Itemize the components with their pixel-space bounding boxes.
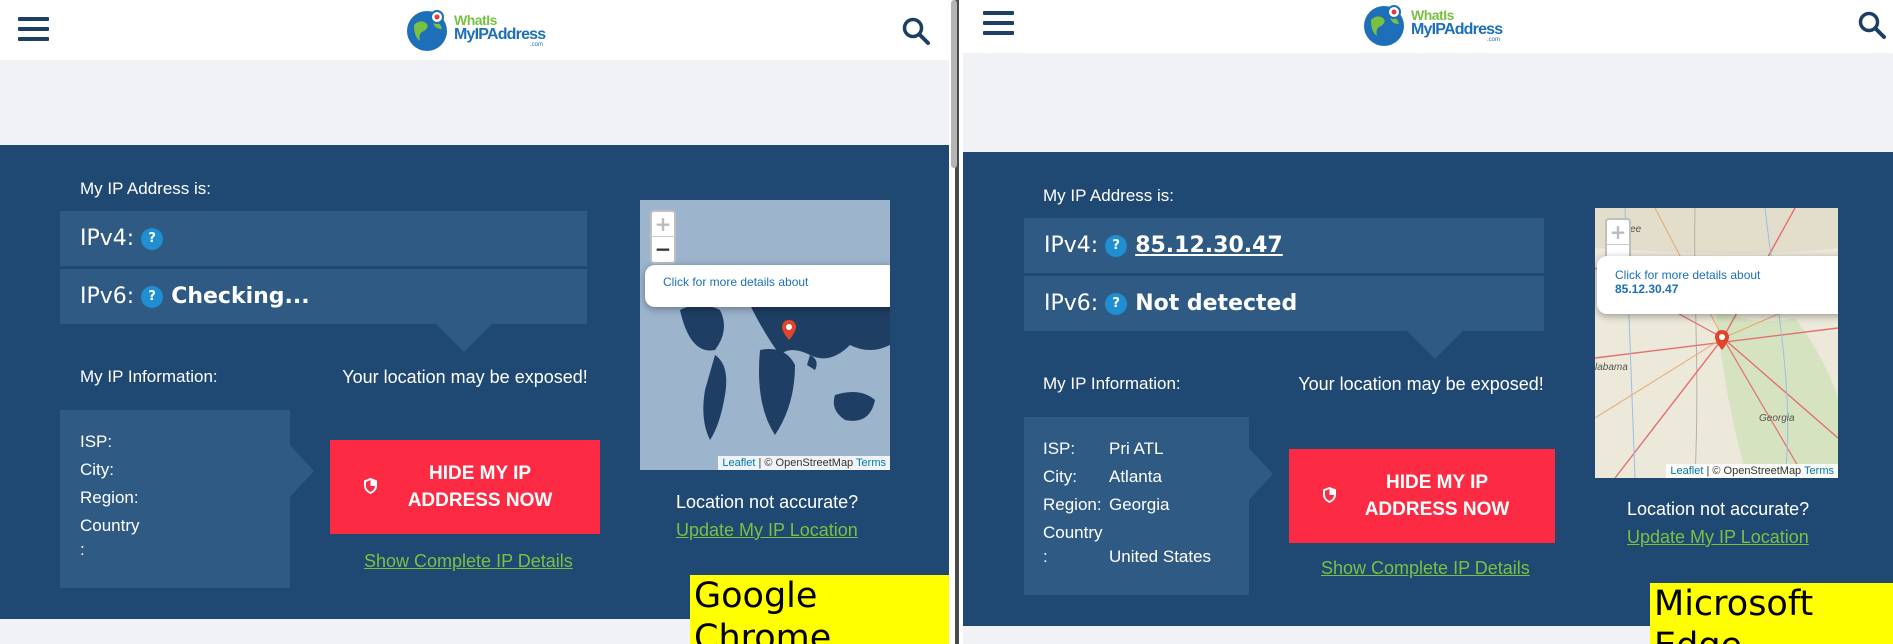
edge-window: WhatIs MyIPAddress .com My IP Address is…	[963, 0, 1893, 644]
site-header: WhatIs MyIPAddress .com	[0, 0, 949, 60]
info-arrow	[1249, 448, 1273, 500]
location-map[interactable]: + − Click for more details about Leaflet…	[640, 200, 890, 470]
search-icon[interactable]	[1857, 10, 1887, 40]
ip-info-label: My IP Information:	[80, 367, 218, 386]
osm-credit: | © OpenStreetMap	[755, 457, 857, 469]
ipv4-row: IPv4: ?	[60, 211, 587, 266]
update-location-link[interactable]: Update My IP Location	[676, 520, 858, 541]
location-not-accurate-text: Location not accurate?	[1627, 499, 1810, 519]
world-map	[680, 293, 890, 440]
map-attribution: Leaflet | © OpenStreetMap Terms	[718, 456, 890, 470]
show-complete-details-link[interactable]: Show Complete IP Details	[1321, 558, 1530, 579]
hamburger-menu-icon[interactable]	[983, 11, 1014, 37]
shield-icon	[364, 478, 377, 494]
logo-line3: .com	[1487, 37, 1501, 43]
site-logo[interactable]: WhatIs MyIPAddress .com	[404, 5, 546, 55]
osm-credit: | © OpenStreetMap	[1703, 465, 1805, 477]
row-notch	[1407, 331, 1463, 359]
ip-info-box: ISP: Pri ATL City: Atlanta Region: Georg…	[1024, 417, 1249, 595]
map-label-alabama: labama	[1595, 362, 1628, 373]
region-key: Region:	[80, 488, 139, 507]
browser-label: Google Chrome	[690, 575, 949, 644]
site-header: WhatIs MyIPAddress .com	[963, 0, 1893, 53]
show-complete-details-link[interactable]: Show Complete IP Details	[364, 551, 573, 572]
question-mark-icon[interactable]: ?	[141, 285, 164, 308]
hide-button-label: HIDE MY IP ADDRESS NOW	[1364, 472, 1510, 520]
ipv6-row: IPv6: ? Checking...	[60, 269, 587, 324]
logo-line3: .com	[530, 42, 544, 48]
country-colon: :	[80, 540, 85, 559]
terms-link[interactable]: Terms	[856, 457, 886, 469]
map-popup-text: Click for more details about	[663, 275, 809, 289]
isp-key: ISP:	[1043, 439, 1076, 458]
location-map[interactable]: nessee labama Georgia + − Click for more…	[1595, 208, 1838, 478]
ip-info-section: My IP Address is: IPv4: ? IPv6: ? Checki…	[0, 145, 949, 619]
map-zoom-control: + −	[650, 210, 676, 264]
globe-logo-icon	[1364, 5, 1404, 46]
ipv6-row: IPv6: ? Not detected	[1024, 276, 1544, 331]
exposed-warning: Your location may be exposed!	[342, 367, 588, 387]
isp-key: ISP:	[80, 432, 113, 451]
map-label-georgia: Georgia	[1759, 413, 1795, 424]
map-popup-text: Click for more details about	[1615, 268, 1761, 282]
country-value: United States	[1109, 547, 1212, 566]
ipv6-key: IPv6:	[80, 284, 135, 309]
location-not-accurate-text: Location not accurate?	[676, 492, 859, 512]
map-attribution: Leaflet | © OpenStreetMap Terms	[1666, 464, 1838, 478]
hamburger-menu-icon[interactable]	[18, 17, 49, 43]
update-location-link[interactable]: Update My IP Location	[1627, 527, 1809, 548]
scrollbar-thumb[interactable]	[951, 0, 957, 168]
shield-icon	[1323, 487, 1336, 503]
map-popup[interactable]: Click for more details about 85.12.30.47	[1597, 256, 1838, 314]
ipv4-value[interactable]: 85.12.30.47	[1135, 233, 1283, 258]
site-logo[interactable]: WhatIs MyIPAddress .com	[1361, 0, 1503, 50]
row-notch	[436, 324, 492, 352]
ipv6-value: Checking...	[171, 284, 310, 309]
zoom-in-button[interactable]: +	[1607, 220, 1629, 245]
ipv4-key: IPv4:	[1044, 233, 1099, 258]
my-ip-label: My IP Address is:	[1043, 186, 1175, 205]
region-value: Georgia	[1109, 495, 1170, 514]
ip-info-section: My IP Address is: IPv4: ? 85.12.30.47 IP…	[963, 152, 1893, 626]
hide-button-label: HIDE MY IP ADDRESS NOW	[407, 463, 553, 511]
question-mark-icon[interactable]: ?	[1105, 292, 1128, 315]
ip-info-box: ISP: City: Region: Country :	[60, 410, 290, 588]
ipv6-key: IPv6:	[1044, 291, 1099, 316]
my-ip-label: My IP Address is:	[80, 179, 212, 198]
ipv6-value: Not detected	[1135, 291, 1298, 316]
leaflet-link[interactable]: Leaflet	[722, 457, 755, 469]
exposed-warning: Your location may be exposed!	[1298, 374, 1544, 394]
ipv4-row: IPv4: ? 85.12.30.47	[1024, 218, 1544, 273]
question-mark-icon[interactable]: ?	[141, 227, 164, 250]
terms-link[interactable]: Terms	[1804, 465, 1834, 477]
leaflet-link[interactable]: Leaflet	[1670, 465, 1703, 477]
ip-info-label: My IP Information:	[1043, 374, 1181, 393]
globe-logo-icon	[407, 10, 447, 51]
map-marker-icon[interactable]	[782, 320, 796, 340]
chrome-window: WhatIs MyIPAddress .com My IP Address is…	[0, 0, 949, 644]
map-popup-ip[interactable]: 85.12.30.47	[1615, 282, 1678, 296]
city-key: City:	[1043, 467, 1077, 486]
map-popup[interactable]: Click for more details about	[645, 265, 890, 307]
city-key: City:	[80, 460, 114, 479]
ipv4-key: IPv4:	[80, 226, 135, 251]
browser-label: Microsoft Edge	[1650, 583, 1893, 644]
region-key: Region:	[1043, 495, 1102, 514]
city-value: Atlanta	[1109, 467, 1162, 486]
hide-my-ip-button[interactable]: HIDE MY IP ADDRESS NOW	[330, 440, 600, 534]
info-arrow	[290, 445, 314, 497]
zoom-out-button[interactable]: −	[652, 237, 674, 262]
zoom-in-button[interactable]: +	[652, 212, 674, 237]
country-key: Country	[1043, 523, 1103, 542]
question-mark-icon[interactable]: ?	[1105, 234, 1128, 257]
hide-my-ip-button[interactable]: HIDE MY IP ADDRESS NOW	[1289, 449, 1555, 543]
country-colon: :	[1043, 547, 1048, 566]
search-icon[interactable]	[901, 16, 931, 46]
country-key: Country	[80, 516, 140, 535]
isp-value: Pri ATL	[1109, 439, 1164, 458]
map-marker-icon[interactable]	[1715, 330, 1729, 350]
